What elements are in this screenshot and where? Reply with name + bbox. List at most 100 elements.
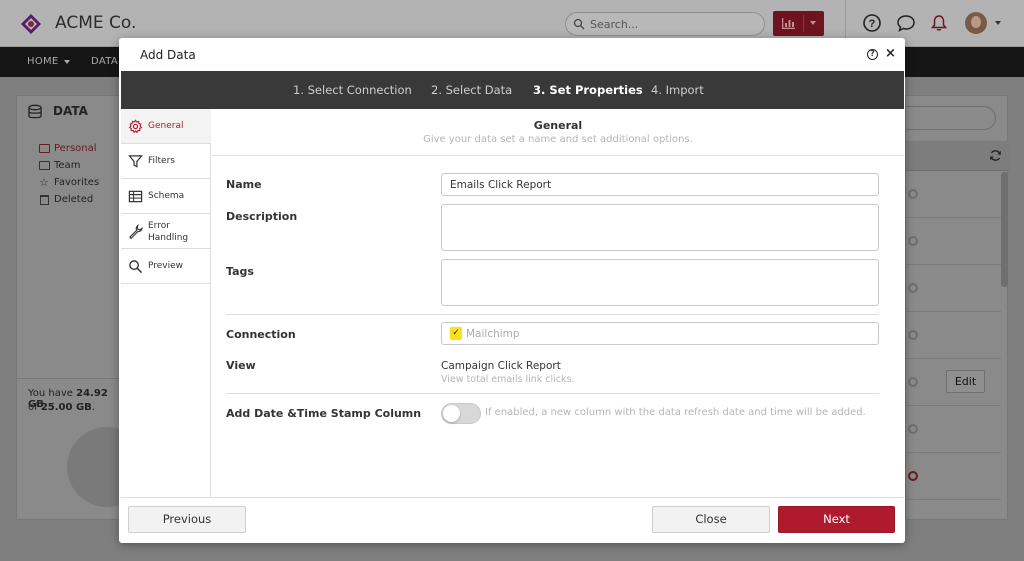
usage-line-2: of 25.00 GB. bbox=[28, 402, 95, 413]
folder-deleted[interactable]: Deleted bbox=[39, 191, 99, 208]
description-label: Description bbox=[226, 210, 298, 223]
create-chart-button[interactable] bbox=[773, 11, 824, 36]
connection-field: ✓ Mailchimp bbox=[441, 322, 879, 345]
list-row[interactable] bbox=[905, 407, 1001, 453]
bar-chart-icon bbox=[782, 18, 795, 29]
folder-label: Deleted bbox=[54, 194, 94, 205]
view-value: Campaign Click Report bbox=[441, 360, 561, 372]
sidenav-label: Error Handling bbox=[148, 221, 189, 243]
list-row[interactable] bbox=[905, 172, 1001, 218]
step-import[interactable]: 4. Import bbox=[651, 83, 704, 97]
link-icon bbox=[905, 421, 921, 437]
sidenav-general[interactable]: General bbox=[121, 109, 211, 144]
table-icon bbox=[128, 190, 143, 203]
search-placeholder: Search... bbox=[590, 18, 639, 31]
folder-favorites[interactable]: ☆ Favorites bbox=[39, 174, 99, 191]
nav-home[interactable]: HOME bbox=[27, 56, 59, 67]
connection-label: Connection bbox=[226, 328, 296, 341]
timestamp-toggle[interactable] bbox=[441, 403, 481, 424]
description-textarea[interactable] bbox=[441, 204, 879, 251]
wizard-steps: 1. Select Connection 2. Select Data 3. S… bbox=[121, 71, 904, 109]
list-header bbox=[906, 141, 1009, 171]
list-row[interactable] bbox=[905, 313, 1001, 359]
list-row[interactable] bbox=[905, 454, 1001, 500]
edit-button[interactable]: Edit bbox=[946, 370, 985, 393]
search-icon bbox=[129, 260, 143, 274]
section-subtitle: Give your data set a name and set additi… bbox=[423, 134, 693, 145]
step-select-connection[interactable]: 1. Select Connection bbox=[293, 83, 412, 97]
view-description: View total emails link clicks. bbox=[441, 374, 575, 385]
name-label: Name bbox=[226, 178, 262, 191]
general-form: General Give your data set a name and se… bbox=[212, 109, 904, 497]
search-icon bbox=[573, 18, 585, 30]
tags-label: Tags bbox=[226, 265, 254, 278]
sidenav-filters[interactable]: Filters bbox=[121, 144, 211, 179]
refresh-icon[interactable] bbox=[989, 149, 1002, 162]
step-set-properties[interactable]: 3. Set Properties bbox=[533, 83, 643, 97]
close-icon[interactable]: × bbox=[885, 46, 896, 61]
folder-personal[interactable]: Personal bbox=[39, 140, 99, 157]
add-data-modal: Add Data ? × 1. Select Connection 2. Sel… bbox=[119, 38, 905, 543]
connection-value: Mailchimp bbox=[466, 328, 520, 340]
gear-icon bbox=[128, 119, 143, 134]
folder-label: Team bbox=[54, 160, 81, 171]
folder-icon bbox=[39, 144, 50, 153]
svg-text:?: ? bbox=[869, 18, 876, 30]
sidenav-label: General bbox=[148, 121, 184, 131]
chevron-down-icon[interactable] bbox=[810, 21, 816, 25]
tags-input[interactable] bbox=[441, 259, 879, 306]
scrollbar[interactable] bbox=[1001, 172, 1008, 287]
data-list-panel: Edit bbox=[905, 95, 1009, 520]
view-label: View bbox=[226, 359, 256, 372]
previous-button[interactable]: Previous bbox=[128, 506, 246, 533]
folder-list: Personal Team ☆ Favorites Deleted bbox=[39, 140, 99, 208]
timestamp-label: Add Date &Time Stamp Column bbox=[226, 407, 422, 420]
list-search-input[interactable] bbox=[906, 106, 996, 130]
acme-logo-icon bbox=[21, 14, 41, 34]
list-row[interactable]: Edit bbox=[905, 360, 1001, 406]
name-input[interactable]: Emails Click Report bbox=[441, 173, 879, 196]
modal-header: Add Data ? × bbox=[119, 38, 905, 71]
link-icon bbox=[905, 233, 921, 249]
modal-title: Add Data bbox=[140, 48, 196, 62]
link-icon bbox=[905, 374, 921, 390]
folder-label: Personal bbox=[54, 143, 97, 154]
next-button[interactable]: Next bbox=[778, 506, 895, 533]
data-sidebar: DATA Personal Team ☆ Favorites Deleted Y… bbox=[16, 95, 147, 520]
bell-icon[interactable] bbox=[929, 13, 949, 33]
step-select-data[interactable]: 2. Select Data bbox=[431, 83, 512, 97]
section-title: General bbox=[533, 119, 583, 132]
divider bbox=[226, 314, 879, 315]
star-icon: ☆ bbox=[39, 176, 49, 189]
sidenav-schema[interactable]: Schema bbox=[121, 179, 211, 214]
button-separator bbox=[803, 15, 804, 32]
name-value: Emails Click Report bbox=[450, 179, 552, 191]
chat-icon[interactable] bbox=[896, 13, 916, 33]
modal-footer: Previous Close Next bbox=[121, 497, 904, 543]
help-icon[interactable]: ? bbox=[867, 49, 878, 60]
database-icon bbox=[28, 104, 42, 119]
chevron-down-icon bbox=[64, 60, 70, 64]
sidenav-error-handling[interactable]: Error Handling bbox=[121, 214, 211, 249]
sidenav-label: Schema bbox=[148, 191, 185, 201]
properties-sidenav: General Filters Schema Error Handling Pr… bbox=[121, 109, 211, 497]
toggle-knob bbox=[443, 405, 460, 422]
list-row[interactable] bbox=[905, 266, 1001, 312]
user-avatar[interactable] bbox=[965, 12, 987, 34]
folder-icon bbox=[39, 161, 50, 170]
mailchimp-icon: ✓ bbox=[450, 327, 462, 340]
link-icon bbox=[905, 327, 921, 343]
link-icon bbox=[905, 468, 921, 484]
user-menu-caret-icon[interactable] bbox=[995, 21, 1001, 25]
nav-data[interactable]: DATA bbox=[91, 56, 118, 67]
help-icon[interactable]: ? bbox=[862, 13, 882, 33]
sidenav-label: Preview bbox=[148, 261, 184, 271]
close-button[interactable]: Close bbox=[652, 506, 770, 533]
divider bbox=[226, 393, 879, 394]
folder-team[interactable]: Team bbox=[39, 157, 99, 174]
data-panel-title: DATA bbox=[53, 104, 88, 118]
list-row[interactable] bbox=[905, 219, 1001, 265]
timestamp-description: If enabled, a new column with the data r… bbox=[485, 407, 866, 418]
global-search-input[interactable]: Search... bbox=[565, 12, 765, 36]
sidenav-preview[interactable]: Preview bbox=[121, 249, 211, 284]
